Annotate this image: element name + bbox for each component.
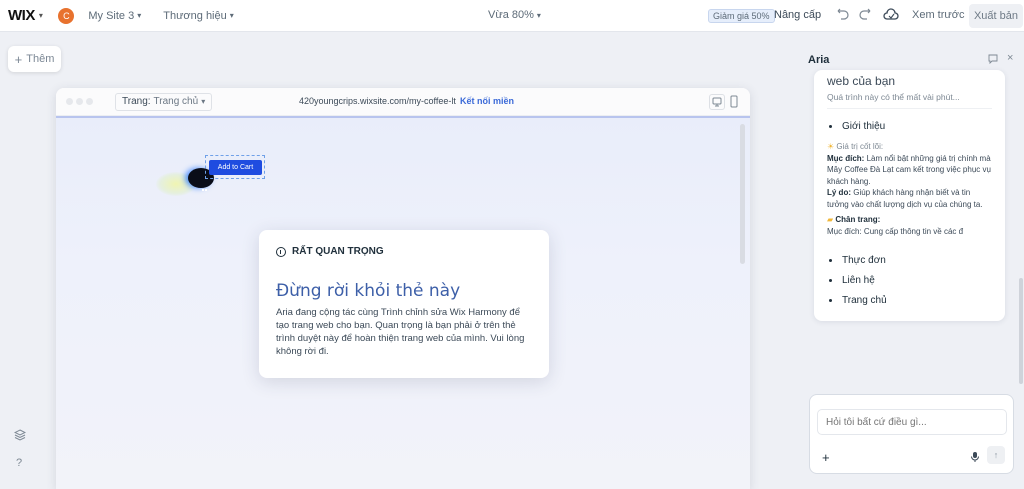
chat-composer: + ↑ [809, 394, 1014, 474]
zoom-select[interactable]: Vừa 80% ▾ [488, 9, 541, 21]
panel-scrollbar[interactable] [1019, 278, 1023, 384]
connect-domain-link[interactable]: Kết nối miền [460, 96, 514, 106]
browser-bar: Trang: Trang chủ ▾ 420youngcrips.wixsite… [56, 88, 750, 116]
purpose-label: Mục đích: [827, 153, 865, 163]
layers-icon[interactable] [14, 429, 26, 441]
chevron-down-icon: ▾ [38, 11, 43, 20]
send-button[interactable]: ↑ [987, 446, 1005, 464]
window-dot [66, 98, 73, 105]
site-name: My Site 3 [88, 9, 135, 22]
aria-progress-card: web của bạn Quá trình này có thể mất vài… [814, 70, 1005, 321]
help-icon[interactable]: ? [16, 457, 22, 469]
desktop-view-icon[interactable] [709, 94, 725, 110]
site-url: 420youngcrips.wixsite.com/my-coffee-lt [299, 96, 456, 106]
window-dot [76, 98, 83, 105]
add-label: Thêm [26, 53, 55, 65]
footer-purpose-label: Mục đích: [827, 226, 862, 236]
brand-menu-label: Thương hiệu [163, 9, 227, 22]
discount-badge: Giảm giá 50% [708, 9, 775, 23]
chevron-down-icon: ▾ [536, 10, 541, 20]
warning-modal: RẤT QUAN TRỌNG Đừng rời khỏi thẻ này Ari… [259, 230, 549, 378]
chevron-down-icon: ▾ [201, 97, 206, 106]
page-select-value: Trang chủ [153, 96, 199, 107]
reason-text: Giúp khách hàng nhận biết và tin tưởng v… [827, 188, 983, 209]
page-select-label: Trang: [122, 96, 151, 107]
cursor-eyes [202, 180, 208, 191]
site-menu[interactable]: My Site 3 ▾ [88, 10, 141, 22]
chat-history-icon[interactable] [988, 54, 998, 64]
wix-logo: WIX [8, 7, 35, 24]
bullet-icon [829, 279, 832, 282]
publish-button[interactable]: Xuất bản [969, 4, 1023, 28]
window-dot [86, 98, 93, 105]
bullet-icon [829, 125, 832, 128]
card-subtitle: Quá trình này có thể mất vài phút... [827, 92, 992, 109]
upgrade-button[interactable]: Nâng cấp [774, 9, 821, 21]
wix-logo-menu[interactable]: WIX ▾ [8, 7, 43, 24]
list-item: Trang chủ [829, 295, 992, 306]
avatar[interactable]: C [58, 7, 75, 24]
brand-menu[interactable]: Thương hiệu ▾ [163, 10, 234, 22]
chat-input[interactable] [817, 409, 1007, 435]
list-item: Liên hệ [829, 275, 992, 286]
plus-icon: + [14, 51, 23, 67]
list-item-label: Trang chủ [842, 295, 887, 306]
canvas-scrollbar[interactable] [740, 124, 745, 264]
modal-heading: RẤT QUAN TRỌNG [276, 246, 532, 257]
chevron-down-icon: ▾ [137, 11, 142, 20]
reason-label: Lý do: [827, 188, 851, 197]
site-preview-frame: Trang: Trang chủ ▾ 420youngcrips.wixsite… [56, 88, 750, 489]
zoom-label: Vừa 80% [488, 9, 534, 21]
sun-icon: ☀ [827, 142, 835, 151]
canvas-top-border [56, 116, 750, 118]
card-title: web của bạn [827, 74, 896, 88]
modal-title: Đừng rời khỏi thẻ này [276, 281, 461, 301]
window-dots [66, 98, 93, 105]
undo-icon[interactable] [836, 8, 850, 22]
page-select[interactable]: Trang: Trang chủ ▾ [115, 92, 213, 111]
bullet-icon [829, 299, 832, 302]
core-values-section: ☀ Giá trị cốt lõi: Mục đích: Làm nổi bật… [827, 141, 992, 210]
footer-section: ▰ Chân trang: Mục đích: Cung cấp thông t… [827, 214, 992, 237]
add-elements-button[interactable]: + Thêm [8, 46, 61, 72]
cloud-save-icon[interactable] [883, 8, 899, 22]
footer-purpose-text: Cung cấp thông tin về các đ [863, 226, 964, 236]
redo-icon[interactable] [858, 8, 872, 22]
editor-canvas[interactable]: Add to Cart RẤT QUAN TRỌNG Đừng rời khỏi… [56, 116, 750, 489]
top-bar: WIX ▾ C My Site 3 ▾ Thương hiệu ▾ Vừa 80… [0, 0, 1024, 32]
preview-button[interactable]: Xem trước [912, 9, 964, 21]
footer-icon: ▰ [827, 215, 834, 224]
list-item-label: Giới thiệu [842, 121, 886, 132]
core-values-label: Giá trị cốt lõi: [836, 142, 884, 151]
chevron-down-icon: ▾ [229, 11, 234, 20]
attach-plus-button[interactable]: + [822, 450, 830, 465]
list-item: Thực đơn [829, 255, 992, 266]
mobile-view-icon[interactable] [729, 95, 739, 109]
info-icon [276, 246, 286, 257]
modal-body: Aria đang cộng tác cùng Trình chỉnh sửa … [276, 307, 525, 357]
modal-heading-text: RẤT QUAN TRỌNG [292, 246, 384, 257]
list-item-label: Liên hệ [842, 275, 875, 286]
aria-panel-title: Aria [808, 54, 830, 66]
microphone-icon[interactable] [970, 451, 980, 463]
add-to-cart-button[interactable]: Add to Cart [209, 160, 262, 175]
list-item: Giới thiệu [829, 121, 992, 132]
list-item-label: Thực đơn [842, 255, 886, 266]
bullet-icon [829, 259, 832, 262]
footer-label: Chân trang: [835, 215, 881, 224]
close-icon[interactable]: × [1007, 52, 1013, 64]
